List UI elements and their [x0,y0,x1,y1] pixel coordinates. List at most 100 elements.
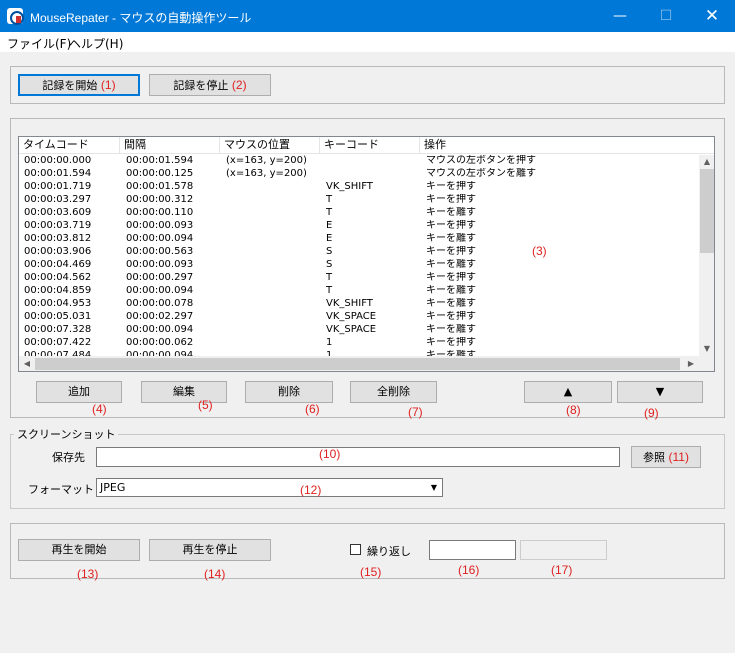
table-row[interactable]: 00:00:04.953 00:00:00.078 VK_SHIFT キーを離す [19,298,699,311]
cell-keycode: VK_SHIFT [326,181,373,192]
table-row[interactable]: 00:00:03.609 00:00:00.110 T キーを離す [19,207,699,220]
cell-operation: キーを押す [426,311,476,322]
horizontal-scroll-thumb[interactable] [35,358,680,370]
column-operation[interactable]: 操作 [420,137,714,154]
cell-interval: 00:00:00.110 [126,207,194,218]
browse-button[interactable]: 参照 (11) [631,446,701,468]
cell-mouse-position [226,181,324,194]
cell-interval: 00:00:00.563 [126,246,194,257]
cell-mouse-position [226,194,324,207]
table-row[interactable]: 00:00:03.719 00:00:00.093 E キーを押す [19,220,699,233]
event-list[interactable]: タイムコード 間隔 マウスの位置 キーコード 操作 00:00:00.000 00… [18,136,715,372]
cell-keycode: VK_SHIFT [326,298,373,309]
menu-help[interactable]: ヘルプ(H) [69,35,123,52]
horizontal-scrollbar[interactable]: ◀ ▶ [19,356,699,371]
menu-file[interactable]: ファイル(F) [7,35,71,52]
maximize-button[interactable]: ☐ [643,0,689,32]
cell-timecode: 00:00:04.562 [24,272,92,283]
move-up-button[interactable]: ▲ [524,381,612,403]
save-location-input[interactable] [96,447,620,467]
format-number: (12) [300,483,322,497]
menu-bar: ファイル(F) ヘルプ(H) [0,32,735,52]
move-down-button[interactable]: ▼ [617,381,703,403]
event-list-number: (3) [532,244,547,258]
stop-playback-number: (14) [204,567,226,581]
arrow-up-icon: ▲ [563,385,573,398]
screenshot-group-title: スクリーンショット [14,426,119,442]
start-record-label: 記録を開始 [42,79,98,92]
cell-timecode: 00:00:03.719 [24,220,92,231]
column-keycode[interactable]: キーコード [320,137,420,154]
cell-timecode: 00:00:05.031 [24,311,92,322]
event-list-header: タイムコード 間隔 マウスの位置 キーコード 操作 [19,137,714,154]
stop-playback-button[interactable]: 再生を停止 [149,539,271,561]
cell-keycode: T [326,194,333,205]
cell-interval: 00:00:00.078 [126,298,194,309]
cell-operation: キーを押す [426,194,476,205]
cell-operation: キーを離す [426,233,476,244]
cell-timecode: 00:00:03.812 [24,233,92,244]
table-row[interactable]: 00:00:00.000 00:00:01.594 (x=163, y=200) マウ… [19,155,699,168]
edit-button[interactable]: 編集 [141,381,227,403]
cell-timecode: 00:00:04.469 [24,259,92,270]
cell-timecode: 00:00:04.859 [24,285,92,296]
cell-operation: キーを押す [426,246,476,257]
delete-all-number: (7) [408,405,423,419]
cell-keycode: E [326,220,333,231]
cell-operation: キーを押す [426,181,476,192]
table-row[interactable]: 00:00:03.297 00:00:00.312 T キーを押す [19,194,699,207]
cell-keycode: VK_SPACE [326,324,377,335]
cell-mouse-position: (x=163, y=200) [226,155,307,166]
scroll-left-icon[interactable]: ◀ [19,356,35,371]
cell-interval: 00:00:00.312 [126,194,194,205]
column-timecode[interactable]: タイムコード [19,137,120,154]
cell-operation: キーを離す [426,285,476,296]
cell-timecode: 00:00:04.953 [24,298,92,309]
column-interval[interactable]: 間隔 [120,137,220,154]
delete-all-button[interactable]: 全削除 [350,381,437,403]
title-bar[interactable]: MouseRepater - マウスの自動操作ツール — ☐ ✕ [0,0,735,32]
table-row[interactable]: 00:00:04.469 00:00:00.093 S キーを離す [19,259,699,272]
cell-keycode: T [326,285,333,296]
scroll-up-icon[interactable]: ▲ [699,155,714,169]
cell-operation: キーを離す [426,298,476,309]
start-playback-button[interactable]: 再生を開始 [18,539,140,561]
format-select[interactable]: JPEG ▼ [96,478,443,497]
repeat-number: (15) [360,565,382,579]
cell-interval: 00:00:00.094 [126,324,194,335]
arrow-down-icon: ▼ [655,385,665,398]
scroll-right-icon[interactable]: ▶ [683,356,699,371]
window-title: MouseRepater - マウスの自動操作ツール [30,11,252,25]
repeat-count-number: (16) [458,563,480,577]
start-record-button[interactable]: 記録を開始 (1) [18,74,140,96]
table-row[interactable]: 00:00:03.812 00:00:00.094 E キーを離す [19,233,699,246]
cell-operation: キーを離す [426,207,476,218]
save-location-label: 保存先 [52,451,85,464]
vertical-scroll-thumb[interactable] [700,169,714,253]
vertical-scrollbar[interactable]: ▲ ▼ [699,155,714,356]
scroll-down-icon[interactable]: ▼ [699,342,714,356]
cell-mouse-position [226,246,324,259]
cell-mouse-position [226,272,324,285]
repeat-count-input[interactable] [429,540,516,560]
table-row[interactable]: 00:00:03.906 00:00:00.563 S キーを押す [19,246,699,259]
repeat-checkbox[interactable] [350,544,361,555]
table-row[interactable]: 00:00:07.422 00:00:00.062 1 キーを押す [19,337,699,350]
minimize-button[interactable]: — [597,0,643,32]
add-button[interactable]: 追加 [36,381,122,403]
column-mouse-position[interactable]: マウスの位置 [220,137,320,154]
table-row[interactable]: 00:00:05.031 00:00:02.297 VK_SPACE キーを押す [19,311,699,324]
table-row[interactable]: 00:00:07.328 00:00:00.094 VK_SPACE キーを離す [19,324,699,337]
close-button[interactable]: ✕ [689,0,735,32]
stop-record-button[interactable]: 記録を停止 (2) [149,74,271,96]
table-row[interactable]: 00:00:04.859 00:00:00.094 T キーを離す [19,285,699,298]
cell-operation: マウスの左ボタンを押す [426,155,536,166]
cell-operation: マウスの左ボタンを離す [426,168,536,179]
table-row[interactable]: 00:00:01.594 00:00:00.125 (x=163, y=200) マウ… [19,168,699,181]
cell-keycode: T [326,272,333,283]
cell-mouse-position [226,259,324,272]
delete-button[interactable]: 削除 [245,381,333,403]
table-row[interactable]: 00:00:01.719 00:00:01.578 VK_SHIFT キーを押す [19,181,699,194]
table-row[interactable]: 00:00:04.562 00:00:00.297 T キーを押す [19,272,699,285]
cell-timecode: 00:00:00.000 [24,155,92,166]
